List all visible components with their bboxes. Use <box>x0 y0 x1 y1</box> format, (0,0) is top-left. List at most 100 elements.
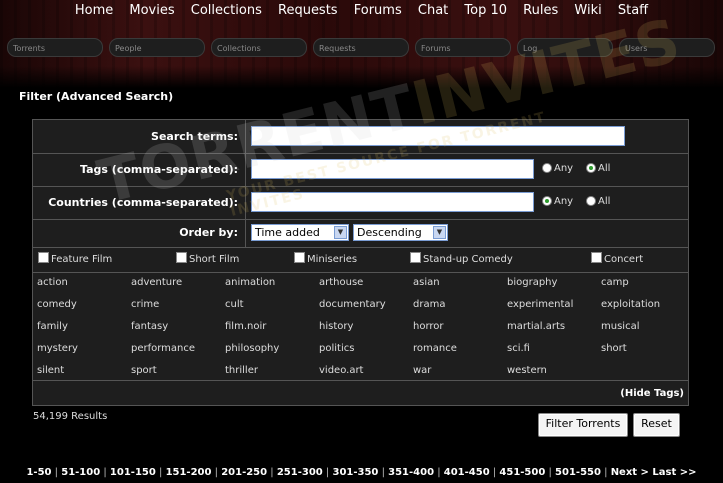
radio-checked-icon <box>586 163 596 173</box>
countries-all-radio[interactable]: All <box>586 196 610 207</box>
page-link[interactable]: 201-250 <box>221 467 267 478</box>
order-by-row: Order by: Time added ▼ Descending ▼ <box>33 219 688 248</box>
tag-thriller[interactable]: thriller <box>225 365 258 376</box>
tag-mystery[interactable]: mystery <box>37 343 78 354</box>
search-terms-row: Search terms: <box>33 120 688 154</box>
tag-short[interactable]: short <box>601 343 627 354</box>
tag-arthouse[interactable]: arthouse <box>319 277 363 288</box>
radio-checked-icon <box>542 196 552 206</box>
search-people-input[interactable]: People <box>109 38 205 57</box>
last-page-link[interactable]: Last >> <box>652 467 696 478</box>
tag-comedy[interactable]: comedy <box>37 299 77 310</box>
page-link[interactable]: 301-350 <box>332 467 378 478</box>
radio-icon <box>586 196 596 206</box>
tag-musical[interactable]: musical <box>601 321 639 332</box>
tag-horror[interactable]: horror <box>413 321 444 332</box>
search-requests-input[interactable]: Requests <box>313 38 409 57</box>
tag-biography[interactable]: biography <box>507 277 557 288</box>
format-row: Feature Film Short Film Miniseries Stand… <box>33 247 688 273</box>
checkbox-icon <box>294 252 305 263</box>
nav-forums[interactable]: Forums <box>354 3 402 18</box>
tag-romance[interactable]: romance <box>413 343 457 354</box>
page-link[interactable]: 1-50 <box>26 467 51 478</box>
order-direction-select[interactable]: Descending ▼ <box>353 224 448 241</box>
tag-war[interactable]: war <box>413 365 431 376</box>
nav-rules[interactable]: Rules <box>523 3 558 18</box>
page-separator: | <box>378 467 389 478</box>
tag-fantasy[interactable]: fantasy <box>131 321 168 332</box>
tag-family[interactable]: family <box>37 321 68 332</box>
tag-crime[interactable]: crime <box>131 299 159 310</box>
tag-action[interactable]: action <box>37 277 68 288</box>
tag-performance[interactable]: performance <box>131 343 195 354</box>
tags-all-radio[interactable]: All <box>586 163 610 174</box>
nav-collections[interactable]: Collections <box>191 3 262 18</box>
nav-chat[interactable]: Chat <box>418 3 448 18</box>
page-link[interactable]: 51-100 <box>61 467 100 478</box>
tag-camp[interactable]: camp <box>601 277 629 288</box>
tag-drama[interactable]: drama <box>413 299 445 310</box>
countries-input[interactable] <box>251 192 534 212</box>
tag-western[interactable]: western <box>507 365 547 376</box>
page-link[interactable]: 501-550 <box>555 467 601 478</box>
tag-video-art[interactable]: video.art <box>319 365 363 376</box>
tag-philosophy[interactable]: philosophy <box>225 343 279 354</box>
pagination: 1-50 | 51-100 | 101-150 | 151-200 | 201-… <box>0 467 723 478</box>
tags-any-radio[interactable]: Any <box>542 163 573 174</box>
short-film-checkbox[interactable]: Short Film <box>176 252 239 265</box>
checkbox-icon <box>410 252 421 263</box>
tags-any-label: Any <box>554 163 574 174</box>
tag-sci-fi[interactable]: sci.fi <box>507 343 530 354</box>
order-by-select[interactable]: Time added ▼ <box>251 224 349 241</box>
nav-staff[interactable]: Staff <box>618 3 648 18</box>
search-log-input[interactable]: Log <box>517 38 613 57</box>
concert-checkbox[interactable]: Concert <box>591 252 643 265</box>
page-link[interactable]: 451-500 <box>499 467 545 478</box>
tag-experimental[interactable]: experimental <box>507 299 573 310</box>
search-torrents-input[interactable]: Torrents <box>7 38 103 57</box>
tag-asian[interactable]: asian <box>413 277 440 288</box>
tag-film-noir[interactable]: film.noir <box>225 321 266 332</box>
search-forums-input[interactable]: Forums <box>415 38 511 57</box>
next-page-link[interactable]: Next > <box>611 467 649 478</box>
feature-film-checkbox[interactable]: Feature Film <box>38 252 112 265</box>
page-link[interactable]: 351-400 <box>388 467 434 478</box>
page-link[interactable]: 251-300 <box>277 467 323 478</box>
tags-input[interactable] <box>251 159 534 179</box>
page-link[interactable]: 151-200 <box>166 467 212 478</box>
miniseries-label: Miniseries <box>307 254 358 265</box>
nav-wiki[interactable]: Wiki <box>574 3 601 18</box>
tag-history[interactable]: history <box>319 321 353 332</box>
tag-silent[interactable]: silent <box>37 365 64 376</box>
nav-home[interactable]: Home <box>75 3 113 18</box>
countries-any-radio[interactable]: Any <box>542 196 573 207</box>
tag-documentary[interactable]: documentary <box>319 299 386 310</box>
page-link[interactable]: 101-150 <box>110 467 156 478</box>
page-link[interactable]: 401-450 <box>444 467 490 478</box>
miniseries-checkbox[interactable]: Miniseries <box>294 252 357 265</box>
search-terms-input[interactable] <box>251 126 625 146</box>
tag-exploitation[interactable]: exploitation <box>601 299 660 310</box>
results-count: 54,199 Results <box>33 411 108 422</box>
tag-martial-arts[interactable]: martial.arts <box>507 321 565 332</box>
reset-button[interactable]: Reset <box>633 413 680 437</box>
nav-requests[interactable]: Requests <box>278 3 338 18</box>
nav-top10[interactable]: Top 10 <box>464 3 507 18</box>
search-users-input[interactable]: Users <box>619 38 715 57</box>
tag-cult[interactable]: cult <box>225 299 244 310</box>
checkbox-icon <box>176 252 187 263</box>
tags-row: Tags (comma-separated): Any All <box>33 153 688 187</box>
short-film-label: Short Film <box>189 254 240 265</box>
tag-politics[interactable]: politics <box>319 343 354 354</box>
order-by-label: Order by: <box>33 219 246 247</box>
filter-torrents-button[interactable]: Filter Torrents <box>538 413 628 437</box>
page-separator: | <box>545 467 556 478</box>
tag-animation[interactable]: animation <box>225 277 275 288</box>
tag-adventure[interactable]: adventure <box>131 277 182 288</box>
filter-title: Filter (Advanced Search) <box>19 90 174 103</box>
tag-sport[interactable]: sport <box>131 365 157 376</box>
search-collections-input[interactable]: Collections <box>211 38 307 57</box>
nav-movies[interactable]: Movies <box>129 3 174 18</box>
standup-comedy-checkbox[interactable]: Stand-up Comedy <box>410 252 513 265</box>
hide-tags-link[interactable]: (Hide Tags) <box>620 388 684 399</box>
